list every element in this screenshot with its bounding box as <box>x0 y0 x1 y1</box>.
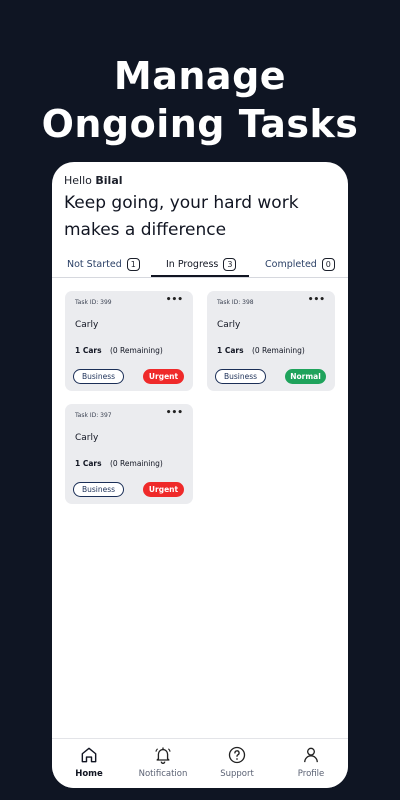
nav-label: Profile <box>297 769 325 779</box>
question-icon <box>228 746 246 764</box>
cars-count: 1 Cars <box>217 346 244 355</box>
cars-info: 1 Cars (0 Remaining) <box>75 346 163 355</box>
nav-notification[interactable]: Notification <box>126 745 200 779</box>
user-icon <box>304 747 318 763</box>
cars-info: 1 Cars (0 Remaining) <box>75 459 163 468</box>
tab-completed[interactable]: Completed 0 <box>265 252 335 276</box>
nav-profile[interactable]: Profile <box>274 745 348 779</box>
greeting: Hello Bilal <box>64 174 123 187</box>
headline-line-1: Manage <box>113 54 287 98</box>
tab-label: In Progress <box>166 258 219 270</box>
tab-label: Completed <box>265 258 317 270</box>
task-card[interactable]: Task ID: 399 ••• Carly 1 Cars (0 Remaini… <box>65 291 193 391</box>
tab-label: Not Started <box>67 258 122 270</box>
cars-remaining: (0 Remaining) <box>251 346 305 355</box>
task-id: Task ID: 399 <box>75 299 112 306</box>
category-chip: Business <box>215 369 266 384</box>
category-chip: Business <box>73 369 124 384</box>
cars-count: 1 Cars <box>75 459 102 468</box>
tab-count-badge: 1 <box>126 257 140 271</box>
task-card[interactable]: Task ID: 398 ••• Carly 1 Cars (0 Remaini… <box>207 291 335 391</box>
promo-headline: Manage Ongoing Tasks <box>0 52 400 148</box>
nav-label: Home <box>75 769 103 779</box>
customer-name: Carly <box>75 320 99 330</box>
more-options-icon[interactable]: ••• <box>166 295 183 305</box>
motto-text: Keep going, your hard work makes a diffe… <box>64 193 299 240</box>
more-options-icon[interactable]: ••• <box>166 408 183 418</box>
cars-info: 1 Cars (0 Remaining) <box>217 346 305 355</box>
nav-label: Notification <box>138 769 188 779</box>
greeting-prefix: Hello <box>64 174 92 187</box>
phone-screen: Hello Bilal Keep going, your hard work m… <box>52 162 348 788</box>
priority-badge: Normal <box>285 369 326 384</box>
headline-line-2: Ongoing Tasks <box>41 102 359 146</box>
priority-badge: Urgent <box>143 369 184 384</box>
tab-count-badge: 3 <box>223 257 237 271</box>
tab-in-progress[interactable]: In Progress 3 <box>166 252 237 276</box>
nav-home[interactable]: Home <box>52 745 126 779</box>
task-id: Task ID: 398 <box>217 299 254 306</box>
priority-badge: Urgent <box>143 482 184 497</box>
cars-remaining: (0 Remaining) <box>109 346 163 355</box>
category-chip: Business <box>73 482 124 497</box>
active-tab-indicator <box>151 275 249 277</box>
cars-count: 1 Cars <box>75 346 102 355</box>
tab-count-badge: 0 <box>321 257 335 271</box>
tab-not-started[interactable]: Not Started 1 <box>67 252 140 276</box>
bell-icon <box>155 747 171 764</box>
greeting-name: Bilal <box>95 174 123 187</box>
bottom-nav: Home Notification Support Profile <box>52 738 348 788</box>
task-id: Task ID: 397 <box>75 412 112 419</box>
nav-label: Support <box>220 769 254 779</box>
task-card[interactable]: Task ID: 397 ••• Carly 1 Cars (0 Remaini… <box>65 404 193 504</box>
home-icon <box>81 747 97 763</box>
cars-remaining: (0 Remaining) <box>109 459 163 468</box>
status-tabs: Not Started 1 In Progress 3 Completed 0 <box>52 248 348 278</box>
nav-support[interactable]: Support <box>200 745 274 779</box>
customer-name: Carly <box>217 320 241 330</box>
customer-name: Carly <box>75 433 99 443</box>
more-options-icon[interactable]: ••• <box>308 295 325 305</box>
